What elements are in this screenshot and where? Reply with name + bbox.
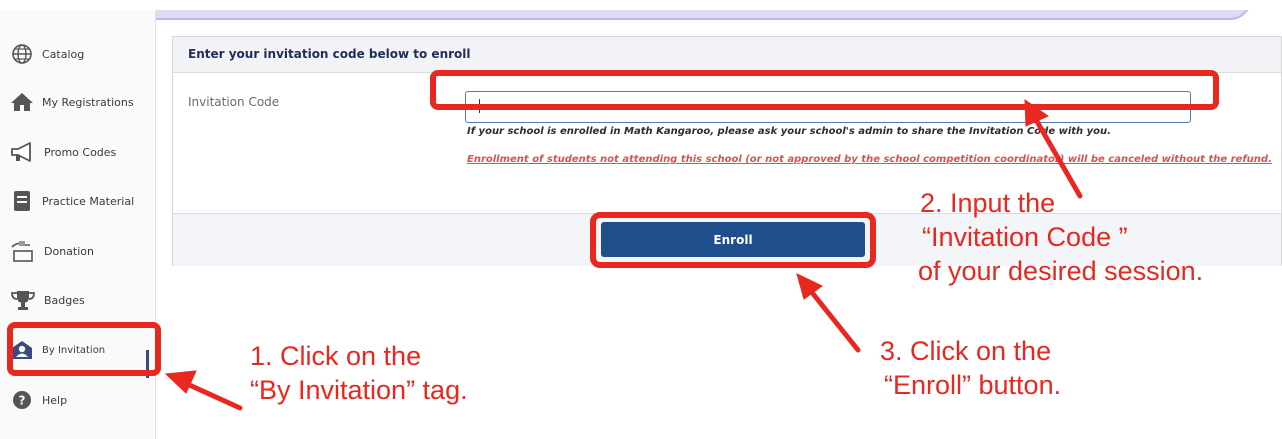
sidebar-item-label: Practice Material — [42, 194, 135, 208]
step3-line1: 3. Click on the — [880, 336, 1052, 366]
megaphone-icon — [11, 142, 31, 162]
sidebar-item-label: Badges — [44, 293, 85, 307]
step3-line2: “Enroll” button. — [884, 370, 1062, 400]
step2-annotation: 2. Input the “Invitation Code ” of your … — [918, 186, 1204, 288]
enroll-highlight-box — [590, 212, 876, 268]
sidebar-item-label: Promo Codes — [44, 145, 117, 159]
step2-line3: of your desired session. — [918, 256, 1204, 286]
home-icon — [11, 93, 33, 111]
panel-header: Enter your invitation code below to enro… — [173, 37, 1281, 73]
sidebar-item-donation[interactable]: Donation — [10, 231, 150, 271]
invitation-code-label: Invitation Code — [188, 95, 280, 109]
sidebar-item-label: Help — [42, 393, 68, 407]
donation-icon — [11, 241, 33, 262]
sidebar-item-help[interactable]: ? Help — [10, 380, 150, 420]
step1-annotation: 1. Click on the “By Invitation” tag. — [250, 339, 468, 407]
step3-annotation: 3. Click on the “Enroll” button. — [880, 334, 1061, 402]
invitation-hint: If your school is enrolled in Math Kanga… — [467, 126, 1111, 137]
help-icon: ? — [13, 391, 31, 409]
sidebar-item-practice-material[interactable]: Practice Material — [10, 181, 150, 221]
sidebar-item-label: My Registrations — [42, 95, 134, 109]
step2-line1: 2. Input the — [920, 188, 1056, 218]
by-invitation-highlight-box — [7, 322, 161, 376]
panel-title: Enter your invitation code below to enro… — [188, 47, 471, 61]
enrollment-warning: Enrollment of students not attending thi… — [467, 154, 1272, 165]
step1-line2: “By Invitation” tag. — [250, 375, 468, 405]
sidebar-item-my-registrations[interactable]: My Registrations — [10, 82, 150, 122]
sidebar-item-catalog[interactable]: Catalog — [10, 34, 150, 74]
globe-icon — [12, 44, 32, 64]
sidebar-item-badges[interactable]: Badges — [10, 280, 150, 320]
sidebar-item-promo-codes[interactable]: Promo Codes — [10, 132, 150, 172]
step2-line2: “Invitation Code ” — [922, 222, 1128, 252]
top-strip — [0, 0, 1282, 10]
svg-text:?: ? — [19, 394, 26, 408]
book-icon — [14, 191, 30, 211]
sidebar-item-label: Donation — [44, 244, 94, 258]
input-highlight-box — [430, 70, 1219, 110]
trophy-icon — [11, 291, 35, 310]
sidebar-item-label: Catalog — [42, 47, 85, 61]
step1-line1: 1. Click on the — [250, 341, 422, 371]
